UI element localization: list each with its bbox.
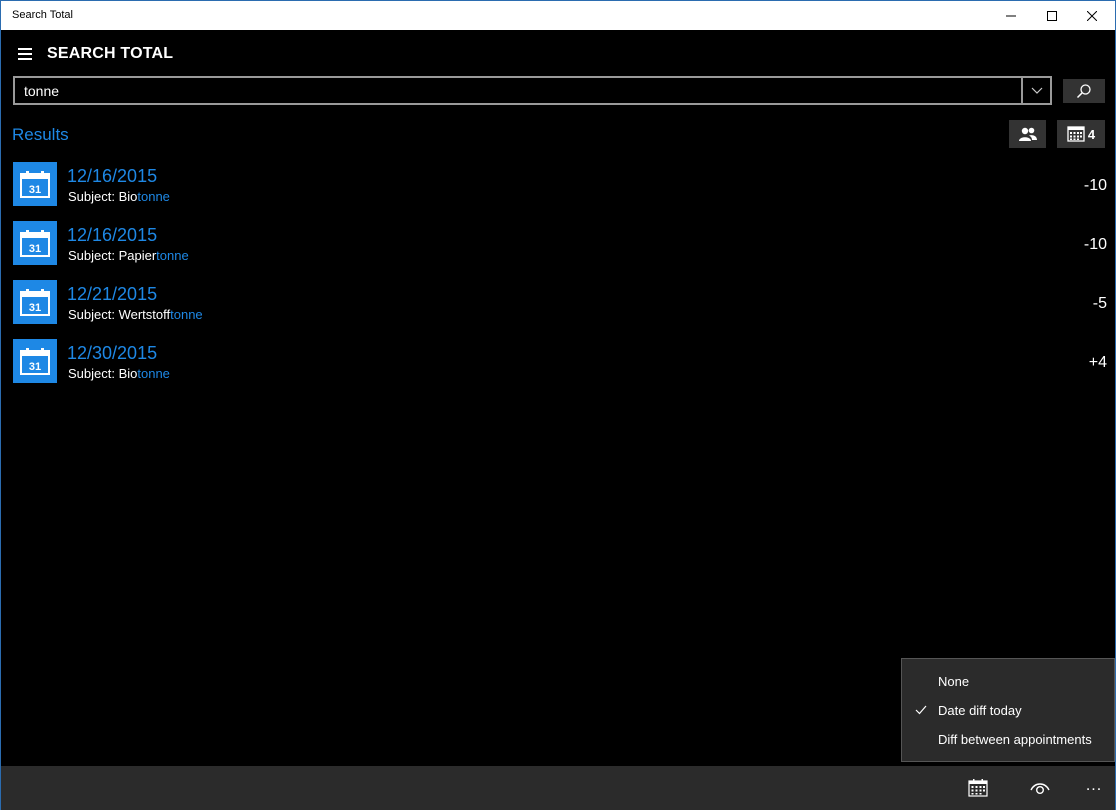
calendar-icon: 31 (20, 230, 50, 257)
subject-match-highlight: tonne (156, 248, 189, 263)
maximize-icon (1047, 10, 1057, 21)
minimize-icon (1006, 15, 1016, 16)
check-icon (915, 705, 927, 715)
list-item[interactable]: 31 12/16/2015 Subject: Biotonne -10 (13, 161, 1107, 220)
calendar-icon: 31 (20, 171, 50, 198)
menu-item-label: Diff between appointments (938, 732, 1092, 747)
calendar-day-number: 31 (29, 243, 41, 255)
list-item[interactable]: 31 12/21/2015 Subject: Wertstofftonne -5 (13, 279, 1107, 338)
view-appbar-button[interactable] (1027, 776, 1053, 800)
close-button[interactable] (1069, 1, 1115, 30)
calendar-day-number: 31 (29, 184, 41, 196)
menu-item-label: Date diff today (938, 703, 1022, 718)
contacts-filter-button[interactable] (1009, 120, 1046, 148)
result-subject: Subject: Papiertonne (68, 248, 189, 263)
results-heading: Results (12, 125, 69, 144)
chevron-down-icon (1031, 87, 1042, 94)
subject-text: Subject: Wertstoff (68, 307, 171, 322)
search-icon (1076, 84, 1091, 99)
appointments-filter-button[interactable]: 4 (1057, 120, 1105, 148)
calendar-tile: 31 (13, 221, 57, 265)
list-item[interactable]: 31 12/30/2015 Subject: Biotonne +4 (13, 338, 1107, 397)
bottom-app-bar: ... (1, 766, 1115, 810)
calendar-appbar-button[interactable] (965, 776, 991, 800)
calendar-icon (1067, 126, 1085, 142)
hamburger-icon[interactable] (18, 48, 32, 60)
result-subject: Subject: Wertstofftonne (68, 307, 203, 322)
result-date-diff: -5 (1092, 295, 1107, 312)
result-date-diff: +4 (1088, 354, 1107, 371)
people-icon (1018, 127, 1037, 141)
calendar-icon (968, 779, 988, 797)
search-input[interactable] (15, 78, 1021, 103)
calendar-icon: 31 (20, 289, 50, 316)
subject-match-highlight: tonne (137, 189, 170, 204)
search-button[interactable] (1063, 79, 1105, 103)
result-date: 12/16/2015 (67, 225, 158, 245)
result-subject: Subject: Biotonne (68, 189, 170, 204)
menu-item-none[interactable]: None (902, 667, 1114, 695)
result-subject: Subject: Biotonne (68, 366, 170, 381)
app-window: Search Total SEARCH TOTAL Results (0, 0, 1116, 810)
title-bar: Search Total (1, 1, 1115, 30)
result-date-diff: -10 (1083, 177, 1107, 194)
search-combobox[interactable] (13, 76, 1052, 105)
appointments-count: 4 (1087, 126, 1096, 142)
result-date: 12/21/2015 (67, 284, 158, 304)
menu-item-date-diff-today[interactable]: Date diff today (902, 696, 1114, 724)
result-date-diff: -10 (1083, 236, 1107, 253)
date-diff-menu: None Date diff today Diff between appoin… (901, 658, 1115, 762)
eye-icon (1030, 783, 1050, 794)
minimize-button[interactable] (988, 1, 1034, 30)
calendar-tile: 31 (13, 162, 57, 206)
subject-match-highlight: tonne (170, 307, 203, 322)
calendar-tile: 31 (13, 339, 57, 383)
subject-text: Subject: Bio (68, 189, 138, 204)
subject-text: Subject: Papier (68, 248, 157, 263)
search-dropdown-button[interactable] (1021, 78, 1050, 103)
list-item[interactable]: 31 12/16/2015 Subject: Papiertonne -10 (13, 220, 1107, 279)
menu-item-diff-between-appointments[interactable]: Diff between appointments (902, 725, 1114, 753)
more-icon[interactable]: ... (1081, 774, 1107, 798)
subject-text: Subject: Bio (68, 366, 138, 381)
calendar-day-number: 31 (29, 302, 41, 314)
results-list: 31 12/16/2015 Subject: Biotonne -10 31 1… (13, 161, 1107, 397)
window-title: Search Total (12, 9, 73, 21)
subject-match-highlight: tonne (137, 366, 170, 381)
close-icon (1087, 10, 1097, 21)
result-date: 12/30/2015 (67, 343, 158, 363)
calendar-day-number: 31 (29, 361, 41, 373)
app-title: SEARCH TOTAL (47, 45, 174, 62)
calendar-icon: 31 (20, 348, 50, 375)
calendar-tile: 31 (13, 280, 57, 324)
result-date: 12/16/2015 (67, 166, 158, 186)
menu-item-label: None (938, 674, 970, 689)
